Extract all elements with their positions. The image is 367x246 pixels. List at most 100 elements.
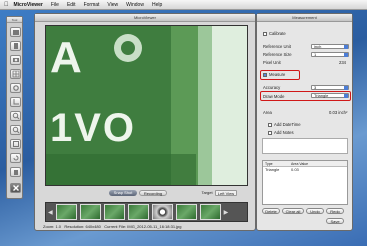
board-silkscreen-label: 1VO (50, 106, 137, 150)
add-notes-label: Add Notes (274, 130, 294, 135)
status-bar: Zoom: 1.0 Resolution: 640x480 Current Fi… (43, 224, 182, 229)
menu-format[interactable]: Format (84, 2, 100, 8)
reference-unit-select[interactable]: inch (311, 44, 349, 49)
snap-shot-button[interactable]: Snap Shot (109, 190, 137, 196)
menu-app-name[interactable]: MicroViewer (14, 2, 43, 8)
zoom-status: Zoom: 1.0 (43, 224, 62, 229)
add-datetime-option[interactable]: Add DateTime (268, 122, 301, 127)
menu-bar:  MicroViewer File Edit Format View Wind… (0, 0, 367, 10)
reference-size-label: Reference Size (263, 52, 292, 57)
board-silkscreen-letter: A (50, 33, 82, 82)
apple-icon[interactable]:  (4, 2, 9, 8)
area-label: Area (263, 110, 272, 115)
delete-button[interactable]: Delete (262, 208, 280, 214)
measurement-window: Measurement Calibrate Reference Unit inc… (256, 13, 353, 231)
strip-right-arrow-icon[interactable]: ▶ (224, 209, 229, 216)
resolution-status: Resolution: 640x480 (64, 224, 101, 229)
stepper-icon (344, 94, 348, 98)
reference-size-value: 1 (314, 52, 317, 57)
accuracy-value: 3 (314, 85, 317, 90)
camera-tool-button[interactable] (10, 55, 21, 65)
trash-tool-button[interactable] (10, 167, 21, 177)
column-area-value: Area Value (291, 162, 309, 166)
thumbnail-strip: ◀ ▶ (45, 202, 248, 222)
thumbnail[interactable] (55, 204, 77, 220)
zoom-out-tool-button[interactable] (10, 125, 21, 135)
tool-panel: Tool (6, 16, 23, 199)
measure-label: Measure (269, 72, 286, 77)
target-label: Target (201, 190, 213, 195)
thumbnail[interactable] (127, 204, 149, 220)
reference-unit-value: inch (314, 44, 322, 49)
capture-controls: Snap Shot Recording Target Left View (35, 189, 257, 199)
save-button[interactable]: Save (326, 218, 344, 224)
camera-icon (12, 58, 19, 62)
column-type: Type (265, 162, 273, 166)
menu-window[interactable]: Window (126, 2, 144, 8)
accuracy-select[interactable]: 3 (311, 85, 349, 90)
add-datetime-label: Add DateTime (274, 122, 301, 127)
reference-size-field[interactable]: 1 (311, 52, 349, 57)
notes-textarea[interactable] (262, 138, 348, 154)
calibrate-option[interactable]: Calibrate (263, 31, 286, 36)
close-tool-button[interactable] (10, 183, 21, 193)
gear-icon (12, 85, 19, 91)
main-window: MicroViewer A 1VO Snap Shot Recording Ta… (34, 13, 256, 231)
recording-button[interactable]: Recording (139, 190, 167, 196)
folder-icon (12, 30, 19, 35)
grid-tool-button[interactable] (10, 69, 21, 79)
measurement-table: Type Area Value Triangle 0.03 (262, 160, 348, 205)
pixel-unit-value: 234 (339, 60, 346, 65)
accuracy-label: Accuracy (263, 85, 281, 90)
measurement-window-title: Measurement (257, 14, 352, 22)
menu-help[interactable]: Help (152, 2, 162, 8)
zoom-out-icon (12, 126, 19, 134)
add-notes-option[interactable]: Add Notes (268, 130, 294, 135)
stepper-icon (344, 86, 348, 90)
area-value: 0.03 inch² (329, 110, 348, 115)
undo-button[interactable]: Undo (306, 208, 324, 214)
strip-left-arrow-icon[interactable]: ◀ (48, 209, 53, 216)
cell-area-value: 0.03 (291, 167, 299, 172)
crop-tool-button[interactable] (10, 97, 21, 107)
menu-edit[interactable]: Edit (67, 2, 76, 8)
zoom-in-tool-button[interactable] (10, 111, 21, 121)
add-datetime-checkbox[interactable] (268, 122, 272, 127)
calibrate-label: Calibrate (269, 31, 286, 36)
draw-mode-select[interactable]: Triangle (311, 93, 349, 98)
table-row[interactable]: Triangle 0.03 (263, 167, 347, 173)
thumbnail[interactable] (103, 204, 125, 220)
zoom-in-icon (12, 112, 19, 120)
main-window-title: MicroViewer (35, 14, 255, 22)
thumbnail-selected[interactable] (151, 204, 173, 220)
save-tool-button[interactable] (10, 41, 21, 51)
crop-icon (13, 99, 19, 105)
close-icon (12, 185, 19, 191)
microscope-view[interactable]: A 1VO (45, 25, 248, 186)
calibrate-checkbox[interactable] (263, 31, 267, 36)
menu-file[interactable]: File (51, 2, 59, 8)
current-file-status: Current File: IMG_2012-05-11_16:18:31.jp… (104, 224, 182, 229)
open-tool-button[interactable] (10, 27, 21, 37)
cell-type: Triangle (265, 167, 280, 172)
pixel-unit-label: Pixel Unit (263, 60, 281, 65)
thumbnail[interactable] (79, 204, 101, 220)
draw-mode-value: Triangle (314, 93, 329, 98)
thumbnail[interactable] (175, 204, 197, 220)
grid-icon (12, 70, 19, 78)
document-icon (13, 43, 18, 49)
fit-tool-button[interactable] (10, 139, 21, 149)
trash-icon (13, 170, 18, 175)
draw-mode-label: Draw Mode (263, 94, 285, 99)
target-select[interactable]: Left View (215, 190, 237, 196)
brightness-tool-button[interactable] (10, 83, 21, 93)
menu-view[interactable]: View (107, 2, 118, 8)
thumbnail[interactable] (199, 204, 221, 220)
clear-all-button[interactable]: Clear all (282, 208, 304, 214)
measure-checkbox[interactable] (263, 72, 267, 77)
redo-button[interactable]: Redo (326, 208, 344, 214)
rotate-tool-button[interactable] (10, 153, 21, 163)
add-notes-checkbox[interactable] (268, 130, 272, 135)
measure-option[interactable]: Measure (263, 72, 285, 77)
fit-icon (12, 141, 19, 147)
